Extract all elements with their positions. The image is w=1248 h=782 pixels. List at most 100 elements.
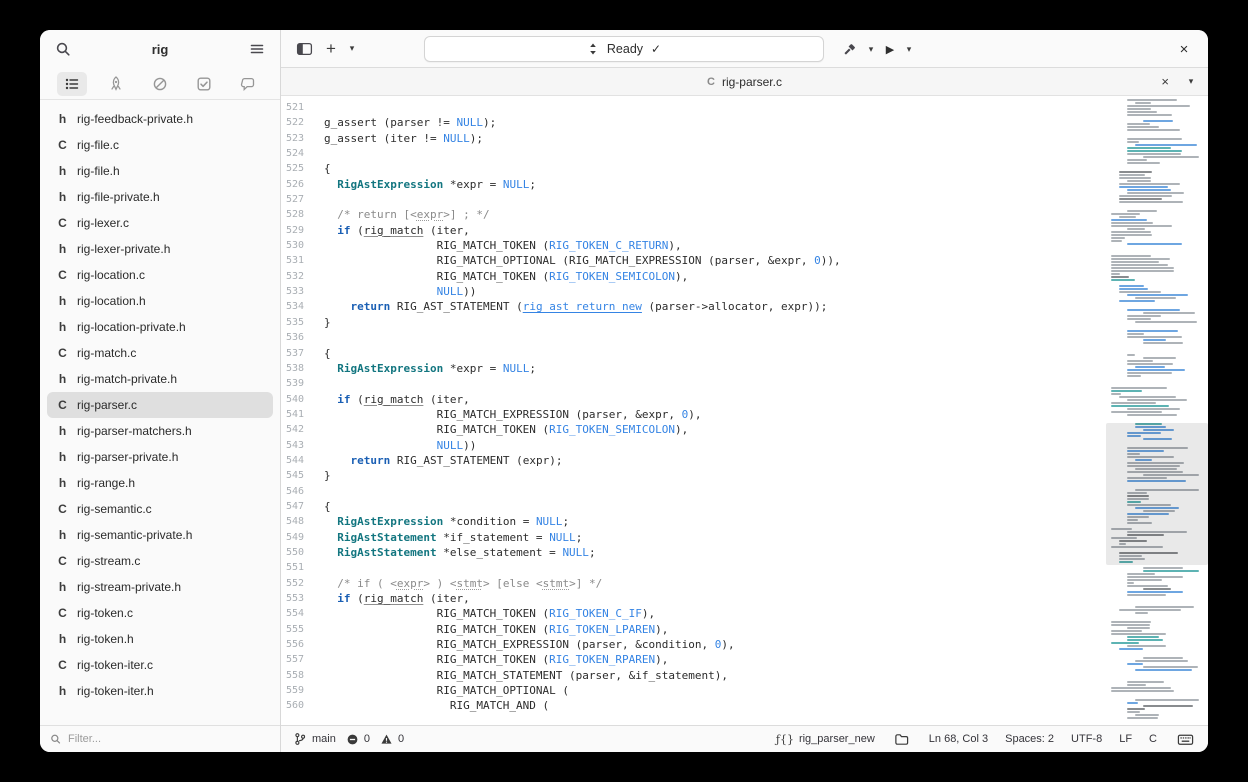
file-type-icon: h [58, 112, 67, 126]
line-number: 539 [285, 378, 304, 390]
file-name: rig-file.h [77, 164, 120, 178]
file-row[interactable]: h rig-range.h [47, 470, 273, 496]
file-row[interactable]: Crig-parser.c [47, 392, 273, 418]
code-line: RIG_MATCH_TOKEN (RIG_TOKEN_SEMICOLON), [324, 269, 689, 283]
minimap[interactable] [1106, 96, 1208, 725]
file-name: rig-location.h [77, 294, 146, 308]
code-line: g_assert (iter != NULL); [324, 131, 483, 145]
new-page-button[interactable]: + [321, 37, 341, 61]
file-name: rig-stream.c [77, 554, 141, 568]
code-line: RIG_MATCH_TOKEN (RIG_TOKEN_C_IF), [324, 607, 656, 621]
filter-input[interactable] [68, 733, 270, 745]
line-number: 526 [285, 178, 304, 190]
file-row[interactable]: h rig-feedback-private.h [47, 106, 273, 132]
minimap-viewport[interactable] [1106, 423, 1208, 565]
file-row[interactable]: Crig-lexer.c [47, 210, 273, 236]
header-bar: + ▾ Ready ✓ ▾ ▶ ▾ × [281, 30, 1208, 68]
file-row[interactable]: Crig-stream.c [47, 548, 273, 574]
window-close-button[interactable]: × [1172, 37, 1196, 61]
tab-comments[interactable] [233, 72, 263, 96]
tab-close-button[interactable]: × [1161, 74, 1169, 89]
line-number: 536 [285, 332, 304, 344]
code-line: if (rig_match (iter, [337, 223, 470, 237]
line-number: 535 [285, 316, 304, 328]
project-title: rig [151, 41, 169, 57]
new-page-caret[interactable]: ▾ [345, 43, 359, 54]
code-line: } [324, 469, 331, 483]
file-name: rig-parser-private.h [77, 450, 179, 464]
no-entry-icon [153, 77, 167, 90]
code-editor[interactable]: g_assert (parser != NULL); g_assert (iter… [312, 96, 1106, 725]
file-row[interactable]: h rig-token.h [47, 626, 273, 652]
current-symbol[interactable]: ƒ{} rig_parser_new [776, 733, 875, 746]
file-name: rig-location.c [77, 268, 146, 282]
file-row[interactable]: h rig-parser-private.h [47, 444, 273, 470]
file-row[interactable]: Crig-semantic.c [47, 496, 273, 522]
tab-todo[interactable] [189, 72, 219, 96]
file-row[interactable]: Crig-file.c [47, 132, 273, 158]
code-line: { [324, 162, 331, 176]
file-row[interactable]: h rig-token-iter.h [47, 678, 273, 704]
folder-icon [895, 733, 909, 745]
branch-indicator[interactable]: main [293, 732, 336, 746]
indentation-mode[interactable]: Spaces: 2 [1005, 733, 1054, 745]
omnibar[interactable]: Ready ✓ [424, 36, 824, 62]
run-button[interactable]: ▶ [880, 43, 900, 56]
tab-file-name[interactable]: rig-parser.c [722, 75, 782, 89]
line-number-gutter[interactable]: 521 522 523 524 525 526 527 528 529 530 531 532 533 5… [281, 96, 312, 725]
line-number: 543 [285, 439, 304, 451]
file-row[interactable]: h rig-location.h [47, 288, 273, 314]
tab-list-caret[interactable]: ▾ [1184, 76, 1198, 87]
line-number: 556 [285, 639, 304, 651]
file-row[interactable]: Crig-token.c [47, 600, 273, 626]
rocket-icon [111, 75, 121, 91]
line-number: 557 [285, 654, 304, 666]
keyboard-button[interactable] [1174, 729, 1196, 749]
search-button[interactable] [50, 36, 76, 62]
error-counter[interactable]: 0 [346, 733, 370, 746]
code-line: RigAstExpression *condition = NULL; [337, 515, 570, 529]
encoding[interactable]: UTF-8 [1071, 733, 1102, 745]
file-row[interactable]: h rig-file-private.h [47, 184, 273, 210]
build-button[interactable] [836, 36, 862, 62]
file-row[interactable]: h rig-location-private.h [47, 314, 273, 340]
cursor-position[interactable]: Ln 68, Col 3 [929, 733, 988, 745]
file-row[interactable]: Crig-token-iter.c [47, 652, 273, 678]
line-number: 530 [285, 240, 304, 252]
tab-diagnostics[interactable] [145, 72, 175, 96]
code-line: g_assert (parser != NULL); [324, 116, 497, 130]
build-caret[interactable]: ▾ [864, 44, 878, 55]
file-row[interactable]: h rig-file.h [47, 158, 273, 184]
file-row[interactable]: h rig-parser-matchers.h [47, 418, 273, 444]
line-ending[interactable]: LF [1119, 733, 1132, 745]
file-row[interactable]: h rig-lexer-private.h [47, 236, 273, 262]
code-line: RIG_MATCH_AND ( [324, 699, 550, 713]
run-caret[interactable]: ▾ [902, 44, 916, 55]
editor-tab-bar: C rig-parser.c × ▾ [281, 68, 1208, 96]
tab-actions: × ▾ [1161, 74, 1198, 89]
tab-build-targets[interactable] [101, 72, 131, 96]
file-row[interactable]: h rig-match-private.h [47, 366, 273, 392]
language-mode[interactable]: C [1149, 733, 1157, 745]
warning-counter[interactable]: 0 [380, 733, 404, 746]
toggle-panel-button[interactable] [291, 36, 317, 62]
file-row[interactable]: Crig-location.c [47, 262, 273, 288]
function-icon: ƒ{} [775, 732, 794, 746]
file-name: rig-range.h [77, 476, 136, 490]
line-number: 521 [285, 102, 304, 113]
error-icon [347, 734, 358, 744]
file-row[interactable]: h rig-semantic-private.h [47, 522, 273, 548]
tab-project-tree[interactable] [57, 71, 87, 96]
project-folder-button[interactable] [892, 729, 912, 749]
file-row[interactable]: h rig-stream-private.h [47, 574, 273, 600]
menu-button[interactable] [244, 36, 270, 62]
code-line: { [324, 499, 331, 513]
file-name: rig-token-iter.c [77, 658, 154, 672]
file-type-icon: h [58, 632, 67, 646]
panel-toggle-icon [296, 42, 312, 55]
file-row[interactable]: Crig-match.c [47, 340, 273, 366]
current-symbol-name: rig_parser_new [798, 733, 875, 745]
